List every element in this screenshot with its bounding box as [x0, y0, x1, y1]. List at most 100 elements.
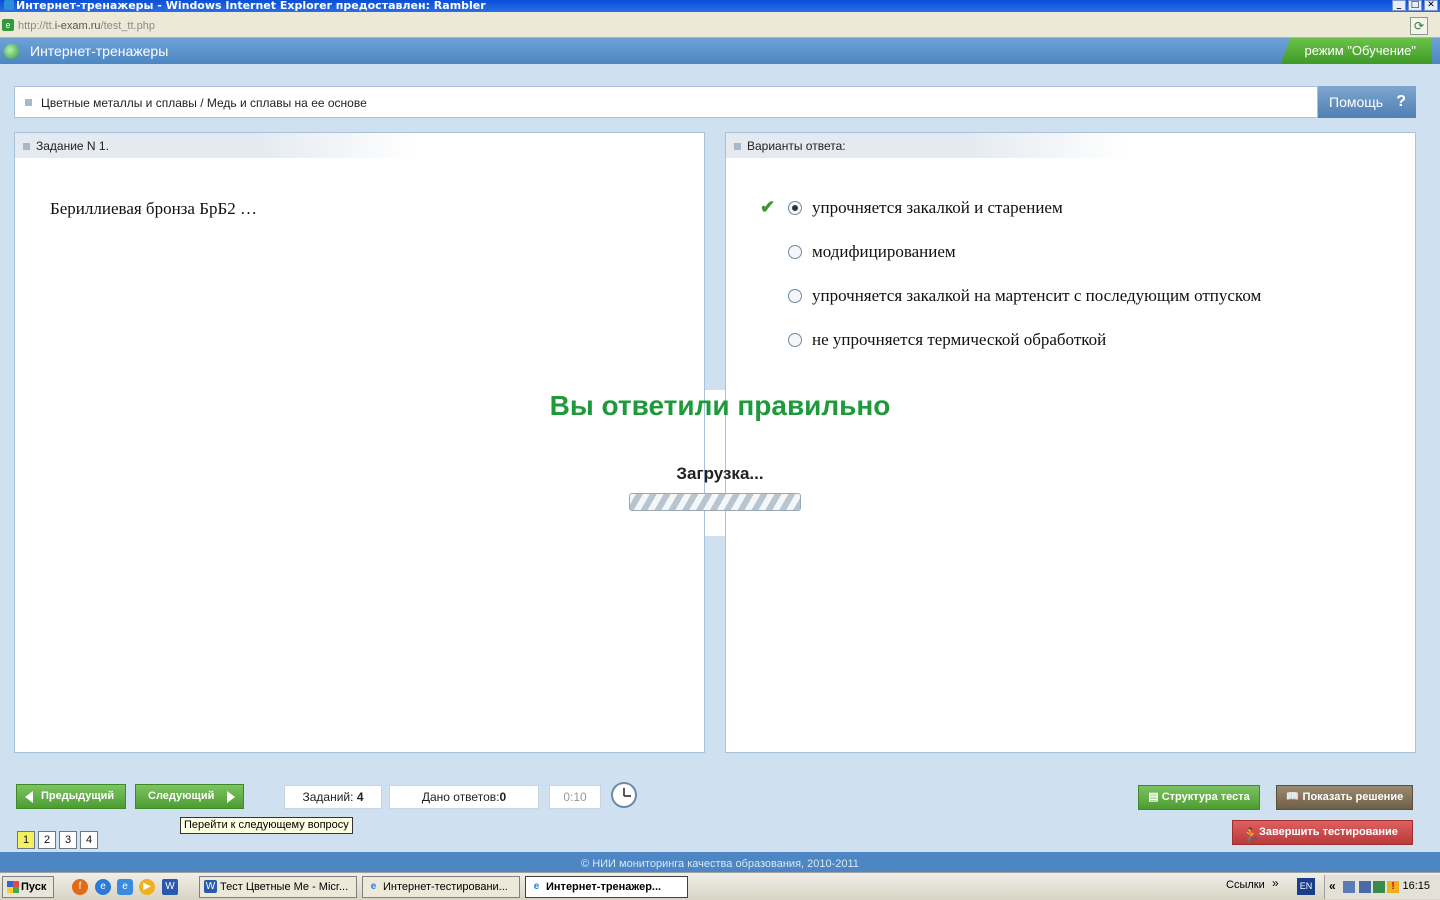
start-button[interactable]: Пуск [2, 876, 54, 898]
url-domain: i-exam.ru [54, 20, 101, 32]
taskbar-item-label: Интернет-тренажер... [546, 881, 662, 893]
timer: 0:10 [549, 785, 601, 809]
tooltip: Перейти к следующему вопросу [180, 817, 353, 834]
page-2[interactable]: 2 [38, 831, 56, 849]
page-3[interactable]: 3 [59, 831, 77, 849]
structure-label: Структура теста [1161, 791, 1250, 803]
answer-label: не упрочняется термической обработкой [812, 330, 1107, 349]
solution-label: Показать решение [1302, 791, 1404, 803]
ie-icon[interactable]: e [95, 879, 111, 895]
answers-count-value: 0 [499, 790, 507, 804]
maximize-button[interactable]: □ [1408, 0, 1422, 11]
close-button[interactable]: ✕ [1424, 0, 1438, 11]
bullet-icon [25, 99, 32, 106]
window-title: Интернет-тренажеры - Windows Internet Ex… [16, 0, 486, 12]
answer-label: упрочняется закалкой на мартенсит с посл… [812, 286, 1262, 305]
bullet-icon [734, 143, 741, 150]
answer-option[interactable]: не упрочняется термической обработкой [788, 329, 1106, 351]
taskbar-item-label: Тест Цветные Ме - Micr... [220, 881, 349, 893]
answers-count-label: Дано ответов: [421, 790, 500, 804]
address-url[interactable]: http://tt.i-exam.ru/test_tt.php [18, 20, 155, 32]
url-prefix: http://tt. [18, 20, 55, 32]
network-icon[interactable] [1359, 881, 1371, 893]
answers-panel-header: Варианты ответа: [726, 133, 1126, 158]
chevron-left-icon[interactable]: « [1329, 879, 1336, 893]
tasks-value: 4 [356, 790, 364, 804]
task-number: Задание N 1. [36, 139, 109, 153]
finish-label: Завершить тестирование [1259, 826, 1398, 838]
language-indicator[interactable]: EN [1297, 878, 1315, 895]
mode-badge: режим "Обучение" [1280, 38, 1432, 64]
running-man-icon: 🏃 [1242, 827, 1260, 843]
taskbar-item-active[interactable]: e Интернет-тренажер... [525, 876, 688, 898]
taskbar-item[interactable]: e Интернет-тестировани... [362, 876, 520, 898]
answer-label: упрочняется закалкой и старением [812, 198, 1063, 217]
page-4[interactable]: 4 [80, 831, 98, 849]
help-label: Помощь [1329, 94, 1384, 110]
loading-progress-bar [629, 493, 801, 511]
loading-label: Загрузка... [676, 464, 764, 483]
refresh-icon[interactable]: ⟳ [1410, 17, 1428, 35]
breadcrumb-text: Цветные металлы и сплавы / Медь и сплавы… [41, 96, 367, 110]
result-message: Вы ответили правильно [549, 390, 891, 421]
previous-label: Предыдущий [41, 790, 115, 802]
question-mark-icon: ? [1396, 93, 1406, 110]
task-panel: Задание N 1. Бериллиевая бронза БрБ2 … [14, 132, 705, 753]
page-1[interactable]: 1 [17, 831, 35, 849]
task-panel-header: Задание N 1. [15, 133, 415, 158]
system-clock: 16:15 [1402, 880, 1430, 892]
window-title-bar: Интернет-тренажеры - Windows Internet Ex… [0, 0, 1440, 12]
radio-button[interactable] [788, 289, 802, 303]
ie-icon: e [533, 881, 540, 892]
app-title: Интернет-тренажеры [30, 43, 169, 59]
radio-button-selected[interactable] [788, 201, 802, 215]
site-icon: e [2, 19, 14, 31]
clock-icon [611, 782, 637, 808]
word-icon: W [204, 880, 217, 893]
word-icon[interactable]: W [162, 879, 178, 895]
media-player-icon[interactable]: ▶ [139, 879, 155, 895]
answers-count: Дано ответов:0 [389, 785, 539, 809]
tasks-count: Заданий: 4 [284, 785, 382, 809]
network-icon[interactable] [1343, 881, 1355, 893]
next-label: Следующий [148, 790, 215, 802]
taskbar-item[interactable]: W Тест Цветные Ме - Micr... [199, 876, 357, 898]
ie-icon: e [370, 881, 377, 892]
breadcrumb: Цветные металлы и сплавы / Медь и сплавы… [14, 86, 1318, 118]
taskbar: Пуск f e e ▶ W W Тест Цветные Ме - Micr.… [0, 872, 1440, 900]
help-button[interactable]: Помощь ? [1318, 86, 1416, 118]
chevron-right-icon[interactable]: » [1272, 876, 1279, 890]
show-solution-button[interactable]: 📖 Показать решение [1276, 785, 1413, 810]
ie-icon [4, 0, 14, 10]
answers-header: Варианты ответа: [747, 139, 846, 153]
warning-icon[interactable]: ! [1387, 881, 1399, 893]
arrow-left-icon [25, 791, 33, 803]
tray-app-icon[interactable] [1373, 881, 1385, 893]
links-toolbar[interactable]: Ссылки [1226, 879, 1265, 891]
footer: © НИИ мониторинга качества образования, … [0, 852, 1440, 872]
address-bar: e http://tt.i-exam.ru/test_tt.php ⟳ [0, 12, 1440, 38]
radio-button[interactable] [788, 245, 802, 259]
windows-logo-icon [7, 881, 19, 893]
checkmark-icon: ✔ [760, 197, 776, 217]
finish-test-button[interactable]: 🏃 Завершить тестирование [1232, 820, 1413, 845]
app-header: Интернет-тренажеры режим "Обучение" [0, 38, 1440, 64]
answers-panel: Варианты ответа: ✔ упрочняется закалкой … [725, 132, 1416, 753]
globe-logo-icon [4, 44, 19, 59]
answer-option[interactable]: модифицированием [788, 241, 956, 263]
radio-button[interactable] [788, 333, 802, 347]
ie-alt-icon[interactable]: e [117, 879, 133, 895]
system-tray: « ! 16:15 [1324, 875, 1440, 899]
window-controls: _ □ ✕ [1392, 0, 1438, 11]
answer-option[interactable]: упрочняется закалкой и старением [788, 197, 1063, 219]
previous-button[interactable]: Предыдущий [16, 784, 126, 809]
question-text: Бериллиевая бронза БрБ2 … [50, 199, 257, 218]
firefox-icon[interactable]: f [72, 879, 88, 895]
answer-option[interactable]: упрочняется закалкой на мартенсит с посл… [788, 285, 1261, 307]
start-label: Пуск [21, 881, 47, 893]
taskbar-item-label: Интернет-тестировани... [383, 881, 508, 893]
minimize-button[interactable]: _ [1392, 0, 1406, 11]
test-structure-button[interactable]: ▤ Структура теста [1138, 785, 1260, 810]
bullet-icon [23, 143, 30, 150]
next-button[interactable]: Следующий [135, 784, 244, 809]
